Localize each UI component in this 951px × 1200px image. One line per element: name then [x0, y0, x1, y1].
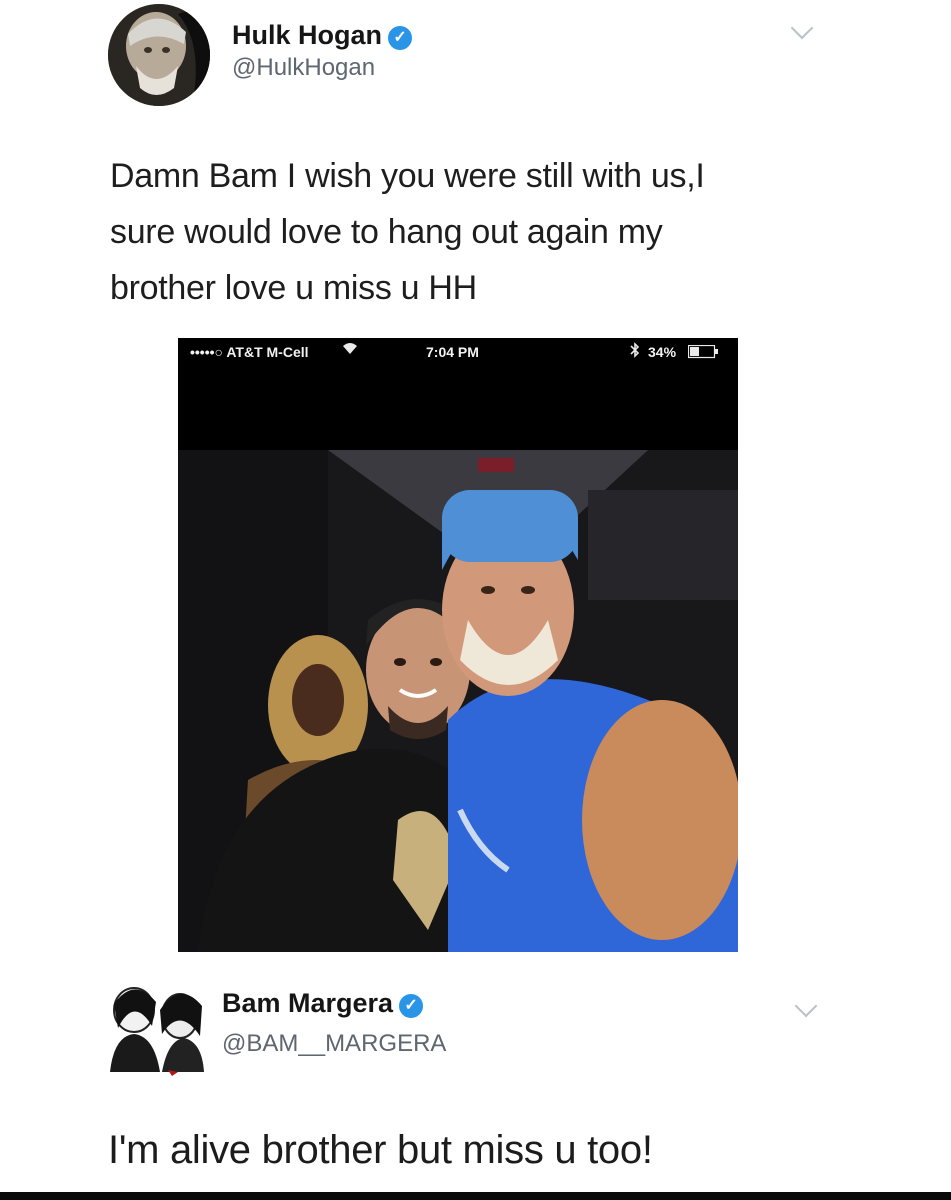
reply-text: I'm alive brother but miss u too!: [108, 1128, 653, 1172]
author-name[interactable]: Hulk Hogan: [232, 20, 382, 50]
verified-check-icon: ✓: [399, 994, 424, 1018]
chevron-down-icon[interactable]: [790, 16, 814, 40]
phone-status-bar: •••••○ AT&T M-Cell 7:04 PM 34%: [178, 338, 738, 366]
carrier-label: •••••○ AT&T M-Cell: [190, 344, 309, 360]
bottom-divider: [0, 1192, 951, 1200]
reply-author-avatar[interactable]: [104, 976, 210, 1076]
reply-author-handle[interactable]: @BAM__MARGERA: [222, 1030, 446, 1058]
reply-author-name[interactable]: Bam Margera: [222, 988, 393, 1018]
author-handle[interactable]: @HulkHogan: [232, 54, 375, 82]
reply-author-name-row[interactable]: Bam Margera ✓: [222, 988, 424, 1019]
tweet-text-line-3: brother love u miss u HH: [110, 269, 477, 307]
tweet-text-line-2: sure would love to hang out again my: [110, 213, 663, 251]
author-avatar[interactable]: [108, 4, 210, 106]
author-name-row[interactable]: Hulk Hogan ✓: [232, 20, 413, 51]
status-time: 7:04 PM: [426, 344, 479, 360]
tweet-text-line-1: Damn Bam I wish you were still with us,I: [110, 157, 705, 195]
avatar-portrait: [108, 4, 210, 106]
battery-icon: [687, 344, 720, 362]
wifi-icon: [342, 341, 358, 359]
chevron-down-icon[interactable]: [794, 994, 818, 1018]
battery-percent: 34%: [648, 344, 677, 360]
attached-screenshot[interactable]: •••••○ AT&T M-Cell 7:04 PM 34%: [178, 338, 738, 952]
photo-illustration: [178, 450, 738, 952]
avatar-sketch: [104, 976, 210, 1076]
bluetooth-icon: [630, 342, 640, 361]
photo-two-men: [178, 450, 738, 952]
verified-check-icon: ✓: [388, 26, 413, 50]
